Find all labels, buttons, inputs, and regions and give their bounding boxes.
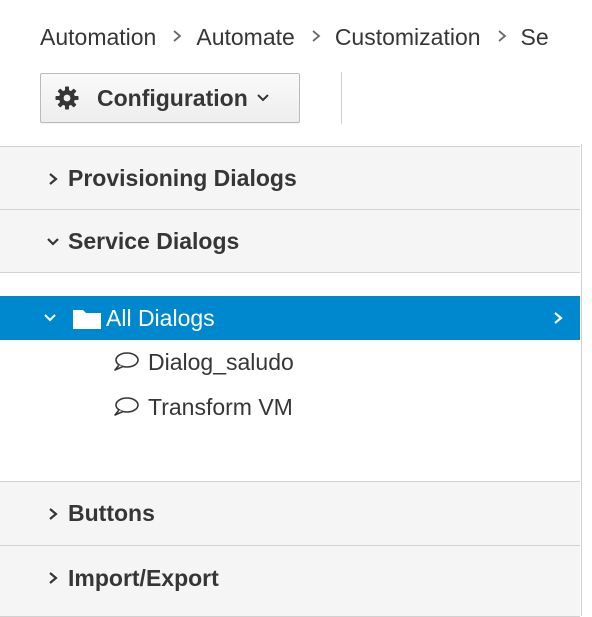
breadcrumb-item-automate[interactable]: Automate [196, 24, 294, 51]
tree-node-label: Dialog_saludo [148, 348, 294, 375]
accordion-header-service-dialogs[interactable]: Service Dialogs [0, 209, 580, 273]
folder-icon [72, 306, 102, 330]
chevron-right-icon [46, 507, 60, 521]
accordion-title: Service Dialogs [68, 228, 240, 254]
tree-node-transform-vm[interactable]: Transform VM [112, 389, 293, 425]
breadcrumb-item-truncated[interactable]: Se [521, 24, 549, 51]
accordion-header-import-export[interactable]: Import/Export [0, 545, 580, 617]
tree-node-label: All Dialogs [106, 304, 215, 331]
breadcrumb-separator-icon [311, 26, 321, 49]
accordion-header-provisioning-dialogs[interactable]: Provisioning Dialogs [0, 146, 580, 210]
configuration-label: Configuration [97, 84, 248, 111]
toolbar-divider [341, 72, 342, 124]
gear-icon [53, 84, 81, 112]
tree-node-all-dialogs[interactable]: All Dialogs [0, 296, 580, 340]
comment-icon [112, 350, 140, 374]
chevron-right-icon [552, 310, 564, 326]
comment-icon [112, 395, 140, 419]
chevron-right-icon [46, 571, 60, 585]
breadcrumb-item-customization[interactable]: Customization [335, 24, 481, 51]
chevron-down-icon[interactable] [42, 311, 58, 325]
chevron-down-icon [46, 235, 60, 249]
configuration-dropdown-button[interactable]: Configuration [40, 73, 300, 123]
chevron-down-icon [256, 91, 270, 105]
breadcrumb-separator-icon [172, 26, 182, 49]
chevron-right-icon [46, 172, 60, 186]
breadcrumb: Automation Automate Customization Se [40, 20, 549, 54]
breadcrumb-item-automation[interactable]: Automation [40, 24, 156, 51]
accordion-title: Buttons [68, 500, 155, 526]
tree-node-label: Transform VM [148, 393, 293, 420]
tree-node-dialog-saludo[interactable]: Dialog_saludo [112, 344, 294, 380]
breadcrumb-separator-icon [497, 26, 507, 49]
accordion-title: Import/Export [68, 564, 219, 591]
accordion-header-buttons[interactable]: Buttons [0, 481, 580, 545]
toolbar: Configuration [40, 73, 300, 123]
accordion-title: Provisioning Dialogs [68, 165, 297, 191]
